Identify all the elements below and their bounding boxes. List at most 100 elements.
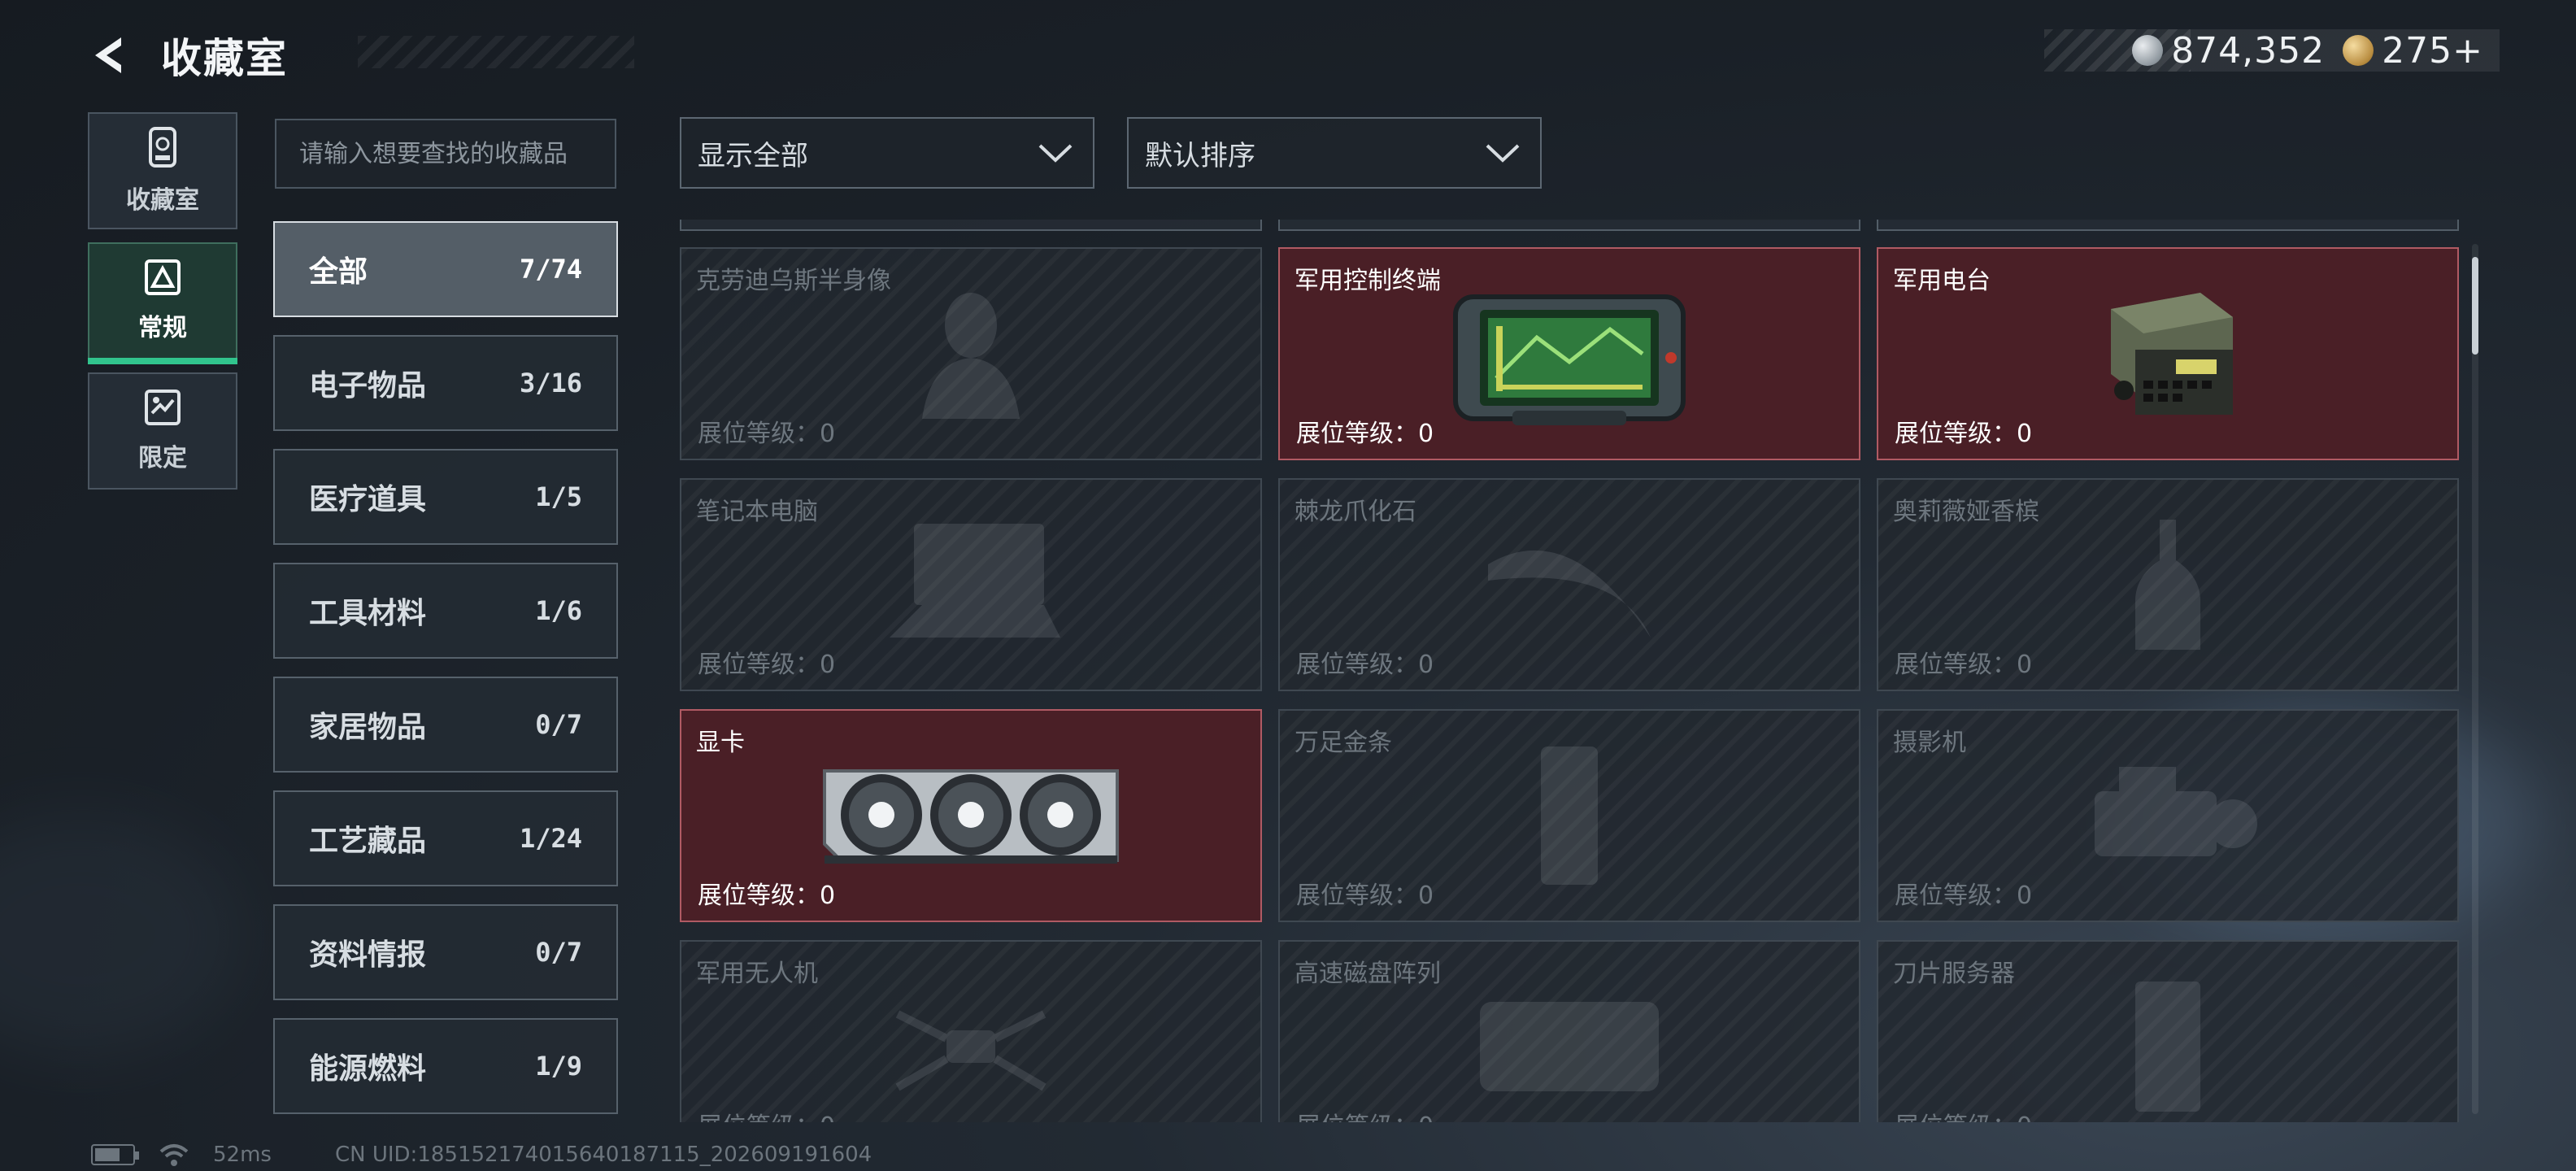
collection-icon (149, 127, 176, 168)
filter-value: 显示全部 (698, 139, 808, 172)
mode-label: 收藏室 (126, 186, 199, 215)
category-name: 资料情报 (309, 938, 427, 972)
sort-value: 默认排序 (1145, 139, 1255, 172)
item-level: 展位等级：0 (1895, 420, 2033, 448)
item-name: 军用电台 (1893, 267, 1991, 295)
champagne-icon (2135, 520, 2200, 650)
category-list: 全部 7/74 电子物品 3/16 医疗道具 1/5 工具材料 1/6 家居物品… (273, 221, 618, 1132)
camera-icon (2095, 767, 2257, 856)
blade-server-icon (2135, 982, 2200, 1112)
header: 收藏室 (81, 23, 634, 88)
item-card[interactable]: 高速磁盘阵列 展位等级：0 (1278, 940, 1860, 1122)
chevron-down-icon (1486, 144, 1520, 163)
category-intel[interactable]: 资料情报 0/7 (273, 904, 618, 1000)
uid-text: CN UID:185152174015640187115_20260919160… (334, 1143, 872, 1167)
item-name: 显卡 (696, 729, 745, 757)
collection-grid: 克劳迪乌斯半身像 展位等级：0 军用控制终端 展位等级：0 军用电台 展位等级：… (680, 220, 2461, 1122)
item-level: 展位等级：0 (1895, 1106, 2032, 1122)
item-name: 高速磁盘阵列 (1295, 960, 1441, 988)
currency-bar: 874,352 275+ (2044, 29, 2500, 72)
item-level: 展位等级：0 (1895, 882, 2033, 910)
item-name: 万足金条 (1295, 729, 1392, 757)
mode-limited[interactable]: 限定 (88, 372, 237, 490)
regular-frame-icon (145, 259, 181, 295)
item-level: 展位等级：0 (1296, 651, 1434, 679)
filter-dropdown[interactable]: 显示全部 (680, 117, 1094, 189)
category-crafts[interactable]: 工艺藏品 1/24 (273, 790, 618, 886)
battery-icon (91, 1144, 139, 1165)
graphics-card-icon (823, 769, 1119, 864)
gold-currency[interactable]: 275+ (2343, 30, 2483, 72)
status-bar: 52ms CN UID:185152174015640187115_202609… (91, 1142, 872, 1168)
item-card[interactable]: 奥莉薇娅香槟 展位等级：0 (1877, 478, 2459, 691)
category-name: 电子物品 (309, 369, 427, 403)
mode-collection[interactable]: 收藏室 (88, 112, 237, 229)
category-energy[interactable]: 能源燃料 1/9 (273, 1018, 618, 1114)
ping-text: 52ms (213, 1143, 272, 1167)
category-name: 工具材料 (309, 597, 427, 630)
partial-card (1877, 220, 2459, 231)
item-card[interactable]: 军用电台 展位等级：0 (1877, 247, 2459, 460)
item-level: 展位等级：0 (698, 882, 836, 910)
gold-coin-icon (2343, 35, 2374, 66)
category-name: 工艺藏品 (309, 825, 427, 858)
grid-scrollbar[interactable] (2472, 244, 2478, 1114)
chevron-down-icon (1038, 144, 1073, 163)
item-card[interactable]: 克劳迪乌斯半身像 展位等级：0 (680, 247, 1262, 460)
silver-currency[interactable]: 874,352 (2132, 30, 2325, 72)
item-level: 展位等级：0 (1296, 420, 1434, 448)
item-card[interactable]: 棘龙爪化石 展位等级：0 (1278, 478, 1860, 691)
claw-fossil-icon (1488, 550, 1651, 638)
category-name: 能源燃料 (309, 1052, 427, 1086)
mode-regular[interactable]: 常规 (88, 242, 237, 364)
item-name: 摄影机 (1893, 729, 1966, 757)
item-name: 军用控制终端 (1295, 267, 1441, 295)
item-card[interactable]: 显卡 展位等级：0 (680, 709, 1262, 922)
category-count: 1/9 (535, 1051, 582, 1082)
mode-label: 常规 (138, 314, 187, 342)
item-card[interactable]: 万足金条 展位等级：0 (1278, 709, 1860, 922)
back-button[interactable] (81, 27, 138, 84)
silver-coin-icon (2132, 35, 2164, 66)
title-decoration (358, 36, 634, 68)
item-level: 展位等级：0 (698, 1106, 835, 1122)
military-radio-icon (2111, 293, 2233, 416)
mode-label: 限定 (138, 444, 187, 472)
category-count: 7/74 (519, 254, 582, 285)
scroll-thumb[interactable] (2472, 257, 2478, 355)
item-card[interactable]: 军用无人机 展位等级：0 (680, 940, 1262, 1122)
category-medical[interactable]: 医疗道具 1/5 (273, 449, 618, 545)
item-level: 展位等级：0 (698, 420, 836, 448)
category-electronics[interactable]: 电子物品 3/16 (273, 335, 618, 431)
item-card[interactable]: 摄影机 展位等级：0 (1877, 709, 2459, 922)
laptop-icon (890, 524, 1060, 638)
search-input[interactable] (299, 139, 615, 168)
item-level: 展位等级：0 (1296, 882, 1434, 910)
category-household[interactable]: 家居物品 0/7 (273, 677, 618, 773)
item-name: 棘龙爪化石 (1295, 498, 1416, 526)
bust-icon (922, 293, 1020, 419)
category-all[interactable]: 全部 7/74 (273, 221, 618, 317)
partial-card (1278, 220, 1860, 231)
control-terminal-icon (1453, 294, 1686, 426)
item-name: 克劳迪乌斯半身像 (696, 267, 891, 295)
back-arrow-icon (95, 37, 121, 73)
item-name: 笔记本电脑 (696, 498, 818, 526)
category-count: 3/16 (519, 368, 582, 398)
item-card[interactable]: 笔记本电脑 展位等级：0 (680, 478, 1262, 691)
limited-icon (145, 390, 181, 425)
item-name: 军用无人机 (696, 960, 818, 988)
wifi-icon (159, 1144, 189, 1166)
item-level: 展位等级：0 (1895, 651, 2033, 679)
sort-dropdown[interactable]: 默认排序 (1127, 117, 1542, 189)
search-box[interactable] (275, 119, 616, 189)
item-card[interactable]: 刀片服务器 展位等级：0 (1877, 940, 2459, 1122)
category-name: 家居物品 (309, 711, 427, 744)
category-tools[interactable]: 工具材料 1/6 (273, 563, 618, 659)
category-count: 1/24 (519, 823, 582, 854)
item-level: 展位等级：0 (1296, 1106, 1434, 1122)
item-name: 奥莉薇娅香槟 (1893, 498, 2039, 526)
item-card[interactable]: 军用控制终端 展位等级：0 (1278, 247, 1860, 460)
category-count: 1/5 (535, 481, 582, 512)
category-count: 0/7 (535, 709, 582, 740)
